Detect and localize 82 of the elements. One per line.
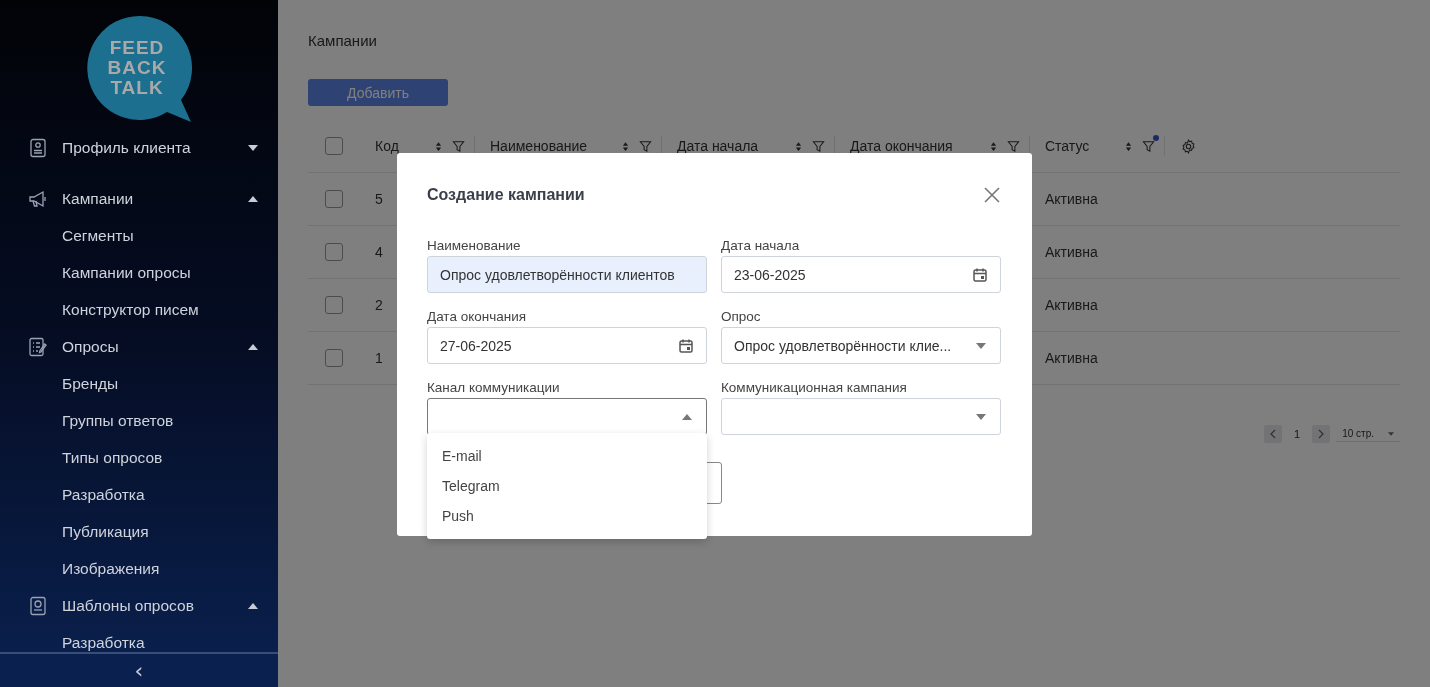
menu-item[interactable]: Конструктор писем [0, 291, 278, 328]
filter-icon[interactable] [452, 139, 465, 153]
field-label: Канал коммуникации [427, 379, 561, 396]
menu-item[interactable]: Кампании опросы [0, 254, 278, 291]
dropdown-option[interactable]: Push [427, 501, 707, 531]
table-cell: 4 [375, 244, 383, 260]
menu-group[interactable]: Профиль клиента [0, 129, 278, 166]
table-cell: 2 [375, 297, 383, 313]
field-label: Дата окончания [427, 308, 528, 325]
dropdown-option[interactable]: Telegram [427, 471, 707, 501]
filter-icon[interactable] [1142, 139, 1155, 153]
caret-icon [976, 342, 986, 349]
logo-text: BACK [107, 58, 167, 78]
filter-active-dot [1153, 134, 1159, 141]
table-cell: Активна [1045, 244, 1098, 260]
table-cell: Активна [1045, 191, 1098, 207]
menu-item[interactable]: Изображения [0, 550, 278, 587]
menu-item[interactable]: Сегменты [0, 217, 278, 254]
menu-group[interactable]: Кампании [0, 180, 278, 217]
logo-text: FEED [109, 38, 165, 58]
caret-icon [976, 413, 986, 420]
checkbox[interactable] [325, 296, 343, 314]
close-icon[interactable] [984, 187, 1000, 203]
field-label: Опрос [721, 308, 762, 325]
menu-item[interactable]: Бренды [0, 365, 278, 402]
document-icon [28, 595, 48, 616]
date-field[interactable]: 27-06-2025 [427, 327, 707, 364]
filter-icon[interactable] [812, 139, 825, 153]
select-field[interactable]: Опрос удовлетворённости клие... [721, 327, 1001, 364]
sort-icon[interactable] [622, 140, 629, 152]
menu-item[interactable]: Группы ответов [0, 402, 278, 439]
sort-icon[interactable] [1125, 140, 1132, 152]
column-header: Код [375, 138, 400, 154]
checkbox[interactable] [325, 137, 343, 155]
chevron-left-icon [1270, 429, 1277, 439]
logo-text: TALK [110, 78, 164, 98]
select-field[interactable] [427, 398, 707, 435]
caret-icon [682, 413, 692, 420]
megaphone-icon [28, 188, 48, 209]
sort-icon[interactable] [435, 140, 442, 152]
table-cell: 1 [375, 350, 383, 366]
sort-icon[interactable] [990, 140, 997, 152]
settings-icon[interactable] [1180, 137, 1197, 155]
column-header: Наименование [490, 138, 589, 154]
column-header: Дата начала [677, 138, 760, 154]
previous-page-button[interactable] [1264, 425, 1283, 443]
dropdown-option[interactable]: E-mail [427, 441, 707, 471]
page-number[interactable]: 1 [1288, 428, 1307, 440]
calendar-icon[interactable] [678, 337, 694, 354]
page-title: Кампании [308, 32, 378, 49]
menu-group[interactable]: Опросы [0, 328, 278, 365]
checkbox[interactable] [325, 243, 343, 261]
table-cell: 5 [375, 191, 383, 207]
input-field[interactable]: Опрос удовлетворённости клиентов [427, 256, 707, 293]
dialog-title: Создание кампании [427, 186, 585, 204]
field-label: Дата начала [721, 237, 801, 254]
field-label: Наименование [427, 237, 522, 254]
menu-item[interactable]: Публикация [0, 513, 278, 550]
checkbox[interactable] [325, 190, 343, 208]
profile-card-icon [28, 137, 48, 158]
menu-group[interactable]: Шаблоны опросов [0, 587, 278, 624]
caret-icon [1388, 431, 1394, 436]
next-page-button[interactable] [1312, 425, 1331, 443]
chevron-right-icon [1318, 429, 1325, 439]
checkbox[interactable] [325, 349, 343, 367]
menu-item[interactable]: Типы опросов [0, 439, 278, 476]
filter-icon[interactable] [1007, 139, 1020, 153]
filter-icon[interactable] [639, 139, 652, 153]
column-header: Дата окончания [850, 138, 954, 154]
table-cell: Активна [1045, 297, 1098, 313]
table-cell: Активна [1045, 350, 1098, 366]
collapse-button[interactable]: ‹ [130, 659, 148, 682]
field-label: Коммуникационная кампания [721, 379, 908, 396]
calendar-icon[interactable] [972, 266, 988, 283]
column-header: Статус [1045, 138, 1091, 154]
sort-icon[interactable] [795, 140, 802, 152]
menu-item[interactable]: Разработка [0, 476, 278, 513]
page-size-select[interactable]: 10 стр. [1336, 426, 1400, 442]
speech-bubble-icon [84, 14, 194, 124]
menu-item[interactable]: Разработка [0, 624, 278, 652]
checklist-icon [28, 336, 48, 357]
date-field[interactable]: 23-06-2025 [721, 256, 1001, 293]
